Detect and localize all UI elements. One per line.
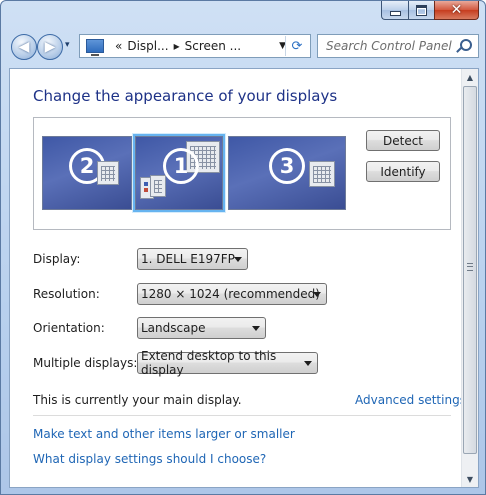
refresh-icon: ⟳: [291, 38, 303, 54]
monitor-3[interactable]: 3: [228, 136, 346, 210]
refresh-button[interactable]: ⟳: [285, 36, 308, 56]
monitor-arrangement-panel: 2 1 3 Detect Identify: [33, 117, 451, 230]
display-select[interactable]: 1. DELL E197FP: [137, 248, 248, 270]
address-bar[interactable]: « Displ... ▸ Screen ... ▼ ⟳: [79, 34, 311, 58]
minimize-icon: [389, 10, 401, 16]
detect-button[interactable]: Detect: [366, 130, 440, 151]
chevron-down-icon: [252, 326, 260, 331]
multiple-displays-select[interactable]: Extend desktop to this display: [137, 349, 318, 377]
monitor-number: 3: [269, 148, 305, 184]
multiple-displays-select-value: Extend desktop to this display: [141, 349, 277, 377]
divider: [33, 415, 451, 416]
orientation-label: Orientation:: [33, 321, 105, 335]
chevron-down-icon: [234, 257, 242, 262]
back-button[interactable]: ◀: [11, 34, 37, 60]
back-arrow-icon: ◀: [18, 39, 30, 55]
main-display-status: This is currently your main display.: [33, 393, 242, 407]
maximize-icon: [416, 4, 427, 16]
scroll-down-icon[interactable]: ▼: [463, 471, 477, 487]
monitor-number: 1: [163, 148, 199, 184]
content-pane: Change the appearance of your displays 2…: [9, 68, 479, 488]
resolution-select[interactable]: 1280 × 1024 (recommended): [137, 283, 327, 305]
control-panel-window: ✕ ◀ ▶ ▾ « Displ... ▸ Screen ... ▼ ⟳ Chan…: [0, 0, 486, 495]
grip-icon: [467, 263, 473, 271]
minimize-button[interactable]: [381, 1, 408, 20]
search-box[interactable]: [317, 34, 479, 58]
resolution-select-value: 1280 × 1024 (recommended): [141, 287, 320, 301]
recent-pages-dropdown-icon[interactable]: ▾: [65, 40, 70, 50]
display-label: Display:: [33, 252, 81, 266]
orientation-select[interactable]: Landscape: [137, 317, 266, 339]
breadcrumb-separator-icon[interactable]: ▸: [174, 39, 180, 53]
text-size-link[interactable]: Make text and other items larger or smal…: [33, 427, 295, 441]
breadcrumb-screen-resolution[interactable]: Screen ...: [185, 39, 242, 53]
window-icon: [309, 161, 335, 187]
chevron-down-icon: [304, 361, 312, 366]
breadcrumb-display[interactable]: Displ...: [127, 39, 168, 53]
monitor-1[interactable]: 1: [133, 134, 225, 212]
chevron-down-icon: [313, 292, 321, 297]
close-button[interactable]: ✕: [434, 1, 479, 20]
scroll-up-icon[interactable]: ▲: [463, 69, 477, 85]
multiple-displays-label: Multiple displays:: [33, 356, 138, 370]
search-input[interactable]: [324, 38, 462, 54]
close-icon: ✕: [450, 2, 463, 18]
search-icon[interactable]: [460, 39, 472, 51]
window-icon: [150, 175, 166, 197]
window-icon: [97, 161, 119, 185]
breadcrumb-overflow-icon[interactable]: «: [115, 39, 122, 53]
resolution-label: Resolution:: [33, 287, 100, 301]
display-select-value: 1. DELL E197FP: [141, 252, 235, 266]
scrollbar-thumb[interactable]: [463, 86, 477, 454]
display-control-panel-icon: [86, 39, 104, 56]
maximize-button[interactable]: [408, 1, 434, 20]
forward-button[interactable]: ▶: [37, 34, 63, 60]
orientation-select-value: Landscape: [141, 321, 206, 335]
forward-arrow-icon: ▶: [44, 39, 56, 55]
navigation-bar: ◀ ▶ ▾ « Displ... ▸ Screen ... ▼ ⟳: [9, 31, 479, 61]
advanced-settings-link[interactable]: Advanced settings: [355, 393, 466, 407]
vertical-scrollbar[interactable]: ▲ ▼: [461, 69, 478, 487]
caption-buttons: ✕: [381, 1, 479, 20]
page-title: Change the appearance of your displays: [33, 87, 338, 105]
identify-button[interactable]: Identify: [366, 161, 440, 182]
display-settings-help-link[interactable]: What display settings should I choose?: [33, 452, 266, 466]
monitor-2[interactable]: 2: [42, 136, 132, 210]
